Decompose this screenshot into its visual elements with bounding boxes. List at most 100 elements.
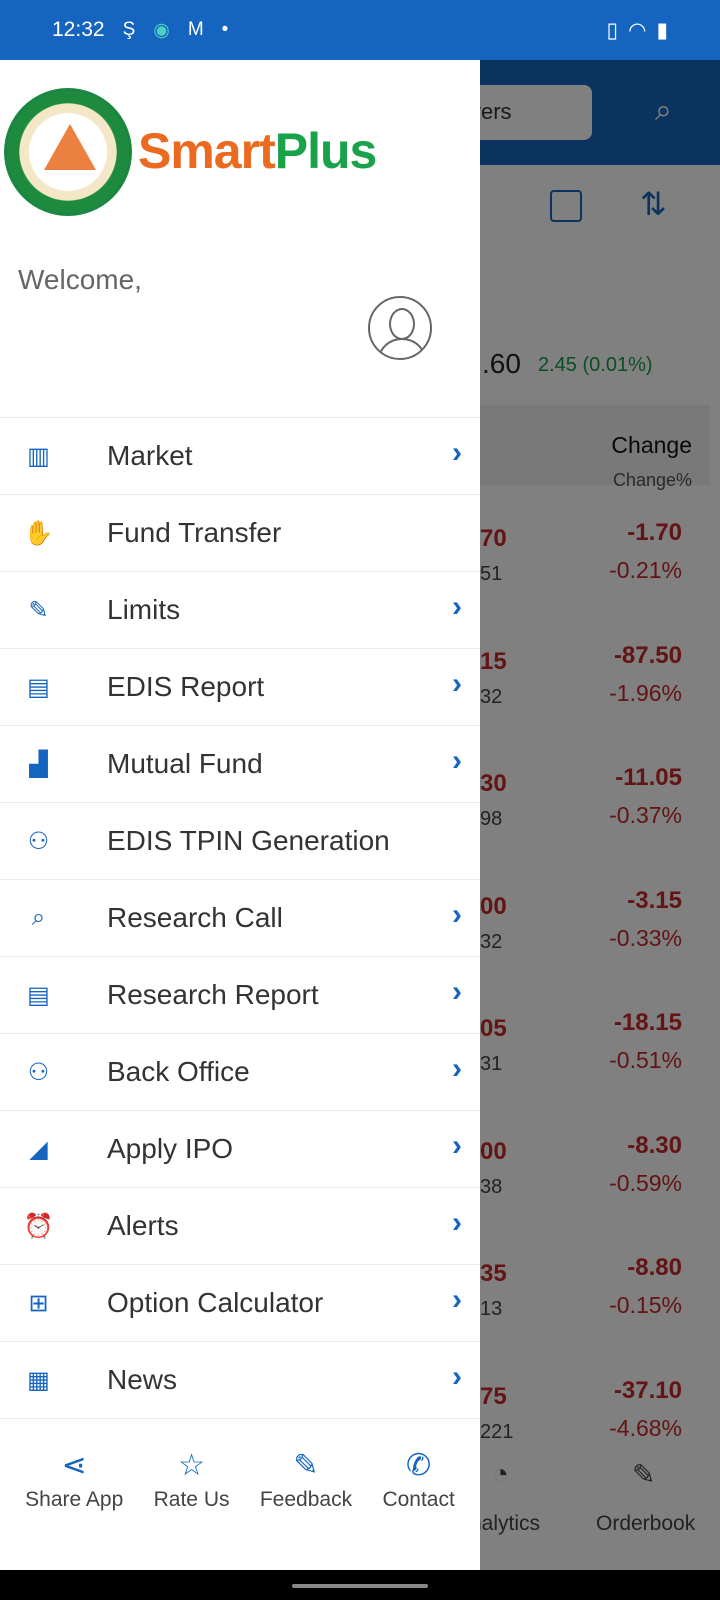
menu-item-label: Apply IPO (107, 1133, 234, 1164)
change: -8.30 (627, 1131, 682, 1159)
menu-item-label: Back Office (107, 1056, 250, 1087)
menu-item-label: Market (107, 440, 193, 471)
clock: 12:32 (52, 18, 105, 41)
volume: 31 (480, 1053, 503, 1075)
menu-item-label: Research Report (107, 979, 319, 1010)
volume: 51 (480, 563, 503, 585)
menu-item-news[interactable]: ▦ News › (0, 1342, 480, 1419)
user-gear-icon: ⚇ (27, 827, 50, 855)
chevron-right-icon: › (452, 975, 462, 1008)
volume: 32 (480, 930, 503, 953)
wifi-icon: ◠ (628, 18, 647, 42)
change-pct: -1.96% (609, 679, 682, 706)
stock-row[interactable]: 00 32 -3.15 -0.33% (470, 873, 720, 995)
stock-row[interactable]: 05 31 -18.15 -0.51% (470, 995, 720, 1117)
change: -8.80 (627, 1254, 682, 1281)
menu-item-label: News (107, 1364, 178, 1395)
calculator-icon: ⊞ (28, 1289, 49, 1317)
phone-icon: ✆ (406, 1449, 432, 1482)
feedback-button[interactable]: ✎ Feedback (260, 1438, 352, 1570)
ltp: 15 (480, 647, 507, 675)
stock-row[interactable]: 70 51 -1.70 -0.21% (470, 505, 720, 627)
battery-charging-icon: ▮ (656, 18, 668, 42)
ltp: 70 (480, 525, 507, 552)
edit-note-icon: ✎ (28, 596, 49, 624)
user-gear-icon: ⚇ (27, 1058, 50, 1086)
change-pct: -0.15% (609, 1292, 682, 1318)
change-pct: -4.68% (609, 1414, 682, 1441)
home-handle[interactable] (292, 1584, 428, 1588)
menu-item-edis-report[interactable]: ▤ EDIS Report › (0, 649, 480, 726)
ltp: 75 (480, 1382, 507, 1410)
menu-item-alerts[interactable]: ⏰ Alerts › (0, 1188, 480, 1265)
ipo-chart-icon: ◢ (29, 1135, 48, 1163)
volume: 13 (480, 1298, 503, 1320)
chevron-right-icon: › (452, 590, 462, 623)
menu-item-limits[interactable]: ✎ Limits › (0, 572, 480, 649)
menu-item-apply-ipo[interactable]: ◢ Apply IPO › (0, 1111, 480, 1188)
menu-item-edis-tpin-generation[interactable]: ⚇ EDIS TPIN Generation (0, 803, 480, 880)
change-pct: -0.51% (609, 1047, 682, 1073)
stock-row[interactable]: 35 13 -8.80 -0.15% (470, 1240, 720, 1362)
chevron-right-icon: › (452, 744, 462, 777)
search-icon[interactable]: ⌕ (655, 94, 672, 128)
menu-item-option-calculator[interactable]: ⊞ Option Calculator › (0, 1265, 480, 1342)
bar-chart-icon: ▥ (27, 442, 50, 470)
drawer-menu: ▥ Market › ✋ Fund Transfer ✎ Limits › ▤ EDIS Repo… (0, 417, 480, 1438)
menu-item-label: Fund Transfer (107, 517, 282, 548)
newspaper-icon: ▦ (27, 1366, 50, 1394)
gmail-icon: M (187, 19, 204, 40)
menu-item-label: EDIS Report (107, 671, 265, 702)
grid-view-icon[interactable] (550, 190, 582, 222)
menu-item-label: Research Call (107, 902, 283, 933)
alarm-clock-icon: ⏰ (23, 1212, 54, 1240)
menu-item-label: Alerts (107, 1210, 179, 1241)
tab-analytics[interactable]: nalytics (470, 1512, 540, 1536)
menu-item-back-office[interactable]: ⚇ Back Office › (0, 1034, 480, 1111)
chevron-right-icon: › (452, 667, 462, 700)
menu-item-label: Option Calculator (107, 1287, 324, 1318)
ltp: 30 (480, 770, 507, 797)
change: -18.15 (613, 1009, 682, 1036)
chevron-right-icon: › (452, 436, 462, 469)
orderbook-icon[interactable]: ✎ (632, 1458, 655, 1491)
chevron-right-icon: › (452, 898, 462, 931)
fingerprint-icon: ◉ (153, 19, 170, 41)
feedback-icon: ✎ (293, 1449, 319, 1482)
change: -1.70 (627, 519, 682, 546)
clipboard-icon: ▤ (27, 673, 50, 701)
menu-item-market[interactable]: ▥ Market › (0, 418, 480, 495)
s-icon: Ş (122, 19, 136, 40)
clipboard-icon: ▤ (27, 981, 50, 1009)
menu-item-research-report[interactable]: ▤ Research Report › (0, 957, 480, 1034)
stock-row[interactable]: 00 38 -8.30 -0.59% (470, 1118, 720, 1240)
footer-label: Feedback (259, 1488, 353, 1511)
menu-item-label: EDIS TPIN Generation (107, 825, 390, 856)
dot-icon: • (221, 19, 229, 40)
tab-orderbook[interactable]: Orderbook (596, 1512, 695, 1536)
stock-row[interactable]: 15 32 -87.50 -1.96% (470, 628, 720, 750)
sort-icon[interactable]: ⇅ (640, 185, 667, 223)
column-change-pct: Change% (612, 470, 692, 490)
brand-name: SmartPlus (138, 123, 377, 179)
stock-row[interactable]: 30 98 -11.05 -0.37% (470, 750, 720, 872)
status-bar: 12:32 Ş ◉ M • ▯ ◠ ▮ (0, 0, 720, 60)
share-icon: ⋖ (61, 1449, 87, 1482)
menu-item-mutual-fund[interactable]: ▟ Mutual Fund › (0, 726, 480, 803)
footer-label: Rate Us (153, 1488, 230, 1511)
footer-label: Share App (25, 1488, 124, 1511)
rate-us-button[interactable]: ☆ Rate Us (154, 1438, 230, 1570)
chevron-right-icon: › (452, 1052, 462, 1085)
contact-button[interactable]: ✆ Contact (382, 1438, 454, 1570)
avatar[interactable] (368, 296, 432, 360)
menu-item-fund-transfer[interactable]: ✋ Fund Transfer (0, 495, 480, 572)
footer-label: Contact (382, 1488, 455, 1511)
magnify-icon: ⌕ (31, 904, 46, 931)
share-app-button[interactable]: ⋖ Share App (25, 1438, 123, 1570)
analytics-icon[interactable]: ◔ (492, 1458, 509, 1490)
menu-item-settings[interactable]: ⚙Settings› (0, 1419, 480, 1438)
gesture-nav-bar (0, 1570, 720, 1600)
index-change: 2.45 (0.01%) (538, 354, 653, 376)
menu-item-research-call[interactable]: ⌕ Research Call › (0, 880, 480, 957)
change: -87.50 (613, 641, 682, 669)
